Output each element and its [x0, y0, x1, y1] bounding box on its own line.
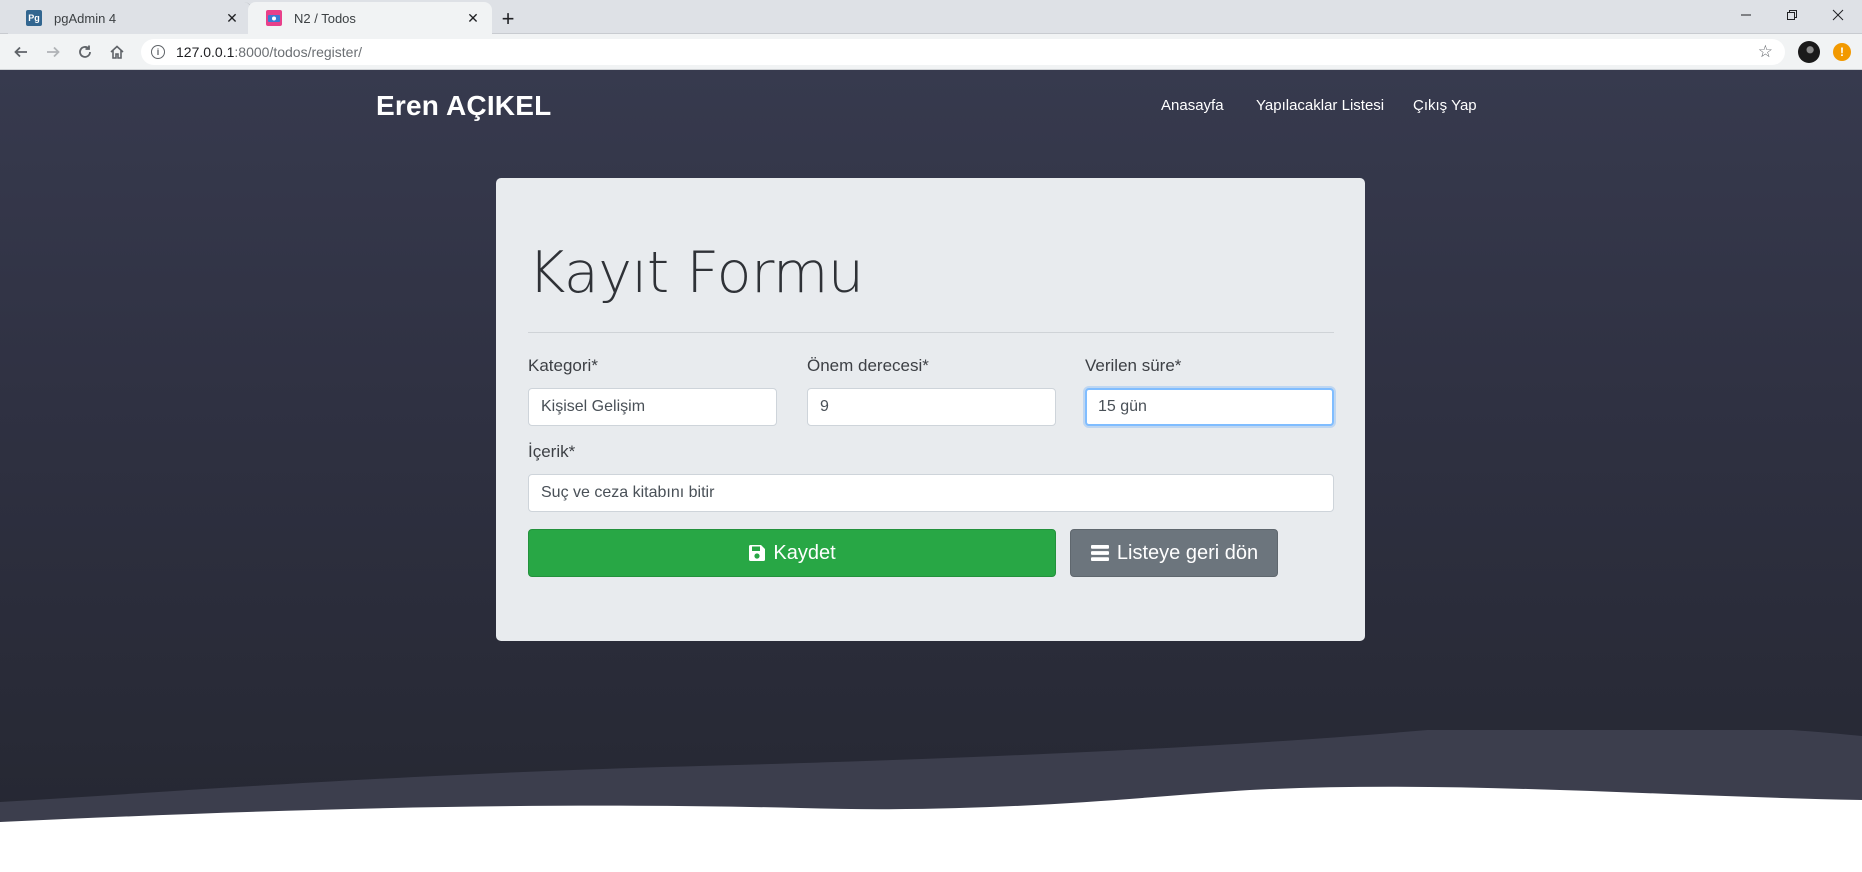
kategori-label: Kategori* [528, 356, 598, 375]
back-to-list-button[interactable]: Listeye geri dön [1070, 529, 1278, 577]
list-icon [1090, 544, 1110, 562]
address-bar[interactable]: i 127.0.0.1:8000/todos/register/ ☆ [141, 39, 1785, 65]
tab-title: pgAdmin 4 [54, 10, 117, 26]
form-divider [528, 332, 1334, 333]
form-title: Kayıt Formu [528, 240, 864, 306]
save-button[interactable]: Kaydet [528, 529, 1056, 577]
register-form-card: Kayıt Formu Kategori* Kişisel Gelişim Ön… [496, 178, 1365, 641]
close-tab-icon[interactable]: ✕ [464, 9, 482, 27]
page: Eren AÇIKEL Anasayfa Yapılacaklar Listes… [0, 70, 1862, 872]
nav-link-anasayfa[interactable]: Anasayfa [1161, 97, 1224, 114]
new-tab-button[interactable]: + [494, 5, 522, 33]
restore-icon[interactable] [1769, 0, 1815, 30]
nav-link-yapilacaklar[interactable]: Yapılacaklar Listesi [1256, 97, 1384, 114]
close-window-icon[interactable] [1815, 0, 1861, 30]
nav-link-cikis[interactable]: Çıkış Yap [1413, 97, 1477, 114]
tab-pgadmin[interactable]: Pg pgAdmin 4 ✕ [8, 2, 252, 34]
wave-decoration [0, 730, 1862, 872]
onem-input[interactable]: 9 [807, 388, 1056, 426]
browser-toolbar: i 127.0.0.1:8000/todos/register/ ☆ ! [0, 34, 1862, 70]
update-alert-icon[interactable]: ! [1833, 43, 1851, 61]
pgadmin-favicon-icon: Pg [26, 10, 42, 26]
profile-avatar[interactable] [1798, 41, 1820, 63]
minimize-icon[interactable] [1723, 0, 1769, 30]
bookmark-star-icon[interactable]: ☆ [1758, 42, 1773, 62]
floppy-disk-icon [748, 544, 766, 562]
reload-icon[interactable] [72, 39, 98, 65]
back-button-label: Listeye geri dön [1116, 541, 1259, 564]
save-button-label: Kaydet [773, 541, 836, 564]
back-arrow-icon[interactable] [8, 39, 34, 65]
onem-label: Önem derecesi* [807, 356, 929, 375]
kategori-input[interactable]: Kişisel Gelişim [528, 388, 777, 426]
tab-title: N2 / Todos [294, 10, 356, 26]
forward-arrow-icon[interactable] [40, 39, 66, 65]
home-icon[interactable] [104, 39, 130, 65]
icerik-label: İçerik* [528, 442, 576, 461]
sure-input[interactable]: 15 gün [1085, 388, 1334, 426]
url-host: 127.0.0.1 [176, 44, 235, 60]
info-icon[interactable]: i [151, 45, 165, 59]
browser-tabstrip: Pg pgAdmin 4 ✕ N2 / Todos ✕ + [0, 0, 1862, 34]
icerik-input[interactable]: Suç ve ceza kitabını bitir [528, 474, 1334, 512]
url-path: :8000/todos/register/ [234, 44, 363, 60]
sure-label: Verilen süre* [1085, 356, 1182, 375]
tab-todos[interactable]: N2 / Todos ✕ [248, 2, 492, 34]
close-tab-icon[interactable]: ✕ [223, 9, 241, 27]
todos-favicon-icon [266, 10, 282, 26]
site-brand[interactable]: Eren AÇIKEL [376, 90, 551, 122]
